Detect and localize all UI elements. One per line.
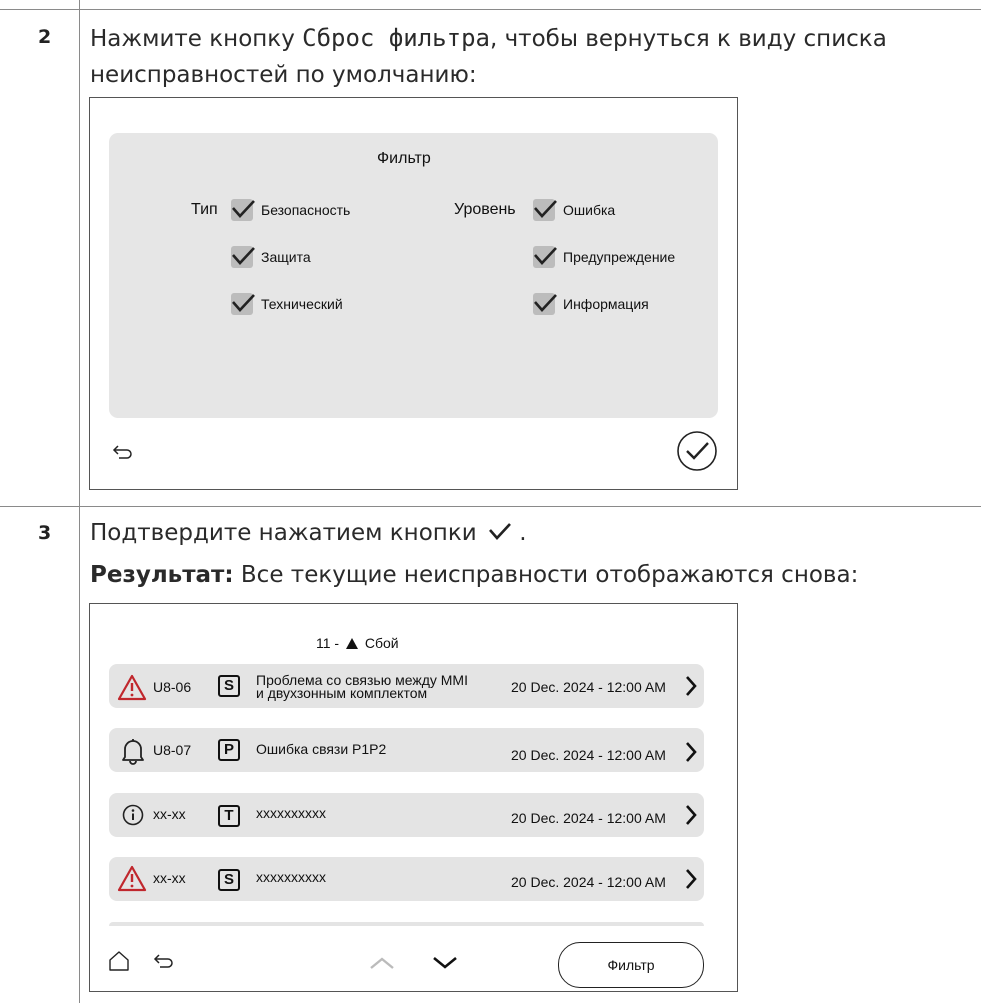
chevron-right-icon — [686, 742, 697, 762]
check-icon — [232, 247, 255, 265]
category-badge: S — [218, 869, 240, 891]
checkbox-label: Технический — [261, 296, 343, 312]
fault-description: xxxxxxxxxx — [256, 805, 326, 821]
category-badge: S — [218, 675, 240, 697]
back-arrow-icon[interactable] — [153, 953, 175, 969]
fault-date: 20 Dec. 2024 - 12:00 AM — [511, 874, 666, 890]
home-icon[interactable] — [108, 950, 130, 972]
checkbox-level-info[interactable] — [533, 293, 557, 315]
fault-code: xx-xx — [153, 806, 186, 822]
step-2-text-line2: неисправностей по умолчанию: — [90, 62, 477, 88]
fault-description: xxxxxxxxxx — [256, 869, 326, 885]
checkbox-label: Информация — [563, 296, 649, 312]
checkbox-label: Безопасность — [261, 202, 351, 218]
fault-row[interactable]: U8-06 S Проблема со связью между MMI и д… — [109, 664, 704, 708]
checkbox-type-safety[interactable] — [231, 199, 255, 221]
table-column-divider — [79, 0, 80, 1003]
fault-code: U8-07 — [153, 742, 192, 758]
bell-icon — [122, 739, 144, 765]
checkbox-type-protection[interactable] — [231, 246, 255, 268]
check-icon — [232, 294, 255, 312]
fault-description-line: и двухзонным комплектом — [256, 685, 428, 701]
fault-row[interactable]: xx-xx T xxxxxxxxxx 20 Dec. 2024 - 12:00 … — [109, 793, 704, 837]
filter-button[interactable]: Фильтр — [558, 942, 704, 988]
fault-date: 20 Dec. 2024 - 12:00 AM — [511, 810, 666, 826]
filter-panel — [109, 133, 718, 418]
step-3-period: . — [519, 520, 527, 546]
step-2-text-end: , чтобы вернуться к виду списка — [489, 26, 887, 52]
check-icon — [534, 247, 557, 265]
filter-title: Фильтр — [377, 150, 431, 167]
fault-row-partial — [109, 922, 704, 926]
step-2-text-start: Нажмите кнопку — [90, 26, 303, 52]
fault-description-line: xxxxxxxxxx — [256, 869, 326, 885]
step-3-instruction: Подтвердите нажатием кнопки — [90, 520, 477, 546]
fault-row[interactable]: xx-xx S xxxxxxxxxx 20 Dec. 2024 - 12:00 … — [109, 857, 704, 901]
category-badge: P — [218, 739, 240, 761]
step-2-text: Нажмите кнопку Сброс фильтра, чтобы верн… — [90, 20, 887, 93]
fault-date: 20 Dec. 2024 - 12:00 AM — [511, 679, 666, 695]
check-icon — [489, 523, 511, 540]
fault-code: xx-xx — [153, 870, 186, 886]
warning-triangle-icon — [117, 865, 147, 892]
checkbox-label: Ошибка — [563, 202, 616, 218]
check-icon — [534, 200, 557, 218]
result-text: Все текущие неисправности отображаются с… — [233, 562, 859, 588]
check-icon — [232, 200, 255, 218]
step-3-result: Результат: Все текущие неисправности ото… — [90, 557, 858, 593]
fault-header-label: Сбой — [364, 635, 399, 651]
type-label: Тип — [191, 201, 218, 218]
info-icon — [122, 804, 144, 826]
checkbox-label: Предупреждение — [563, 249, 676, 265]
result-label: Результат: — [90, 562, 234, 588]
checkbox-type-technical[interactable] — [231, 293, 255, 315]
fault-code: U8-06 — [153, 679, 192, 695]
faults-screen: 11 - Сбой U8-06 S Проблема со связью меж… — [89, 603, 738, 992]
warning-triangle-icon — [345, 638, 358, 649]
step-3-text: Подтвердите нажатием кнопки . — [90, 515, 527, 551]
step-number: 2 — [38, 26, 52, 48]
checkbox-label: Защита — [261, 249, 311, 265]
fault-description-line: Ошибка связи P1P2 — [256, 741, 387, 757]
faults-header: 11 - Сбой — [316, 635, 399, 651]
checkbox-level-warning[interactable] — [533, 246, 557, 268]
chevron-right-icon — [686, 676, 697, 696]
level-label: Уровень — [454, 201, 516, 218]
scroll-up-icon[interactable] — [369, 956, 395, 970]
fault-date: 20 Dec. 2024 - 12:00 AM — [511, 747, 666, 763]
chevron-right-icon — [686, 805, 697, 825]
fault-count: 11 - — [316, 635, 340, 651]
back-arrow-icon[interactable] — [112, 444, 134, 460]
warning-triangle-icon — [117, 674, 147, 701]
step-number: 3 — [38, 522, 52, 544]
checkbox-level-error[interactable] — [533, 199, 557, 221]
category-badge: T — [218, 805, 240, 827]
confirm-check-icon[interactable] — [676, 430, 718, 472]
chevron-right-icon — [686, 869, 697, 889]
fault-row[interactable]: U8-07 P Ошибка связи P1P2 20 Dec. 2024 -… — [109, 728, 704, 772]
filter-screen: Фильтр Тип Уровень Безопасность Защита Т… — [89, 97, 738, 490]
fault-description-line: xxxxxxxxxx — [256, 805, 326, 821]
fault-description: Проблема со связью между MMI и двухзонны… — [256, 673, 468, 701]
check-icon — [534, 294, 557, 312]
reset-filter-button-name: Сброс фильтра — [302, 24, 490, 52]
table-top-border — [0, 9, 981, 10]
scroll-down-icon[interactable] — [432, 956, 458, 970]
table-row-divider — [0, 506, 981, 507]
fault-description: Ошибка связи P1P2 — [256, 741, 387, 757]
